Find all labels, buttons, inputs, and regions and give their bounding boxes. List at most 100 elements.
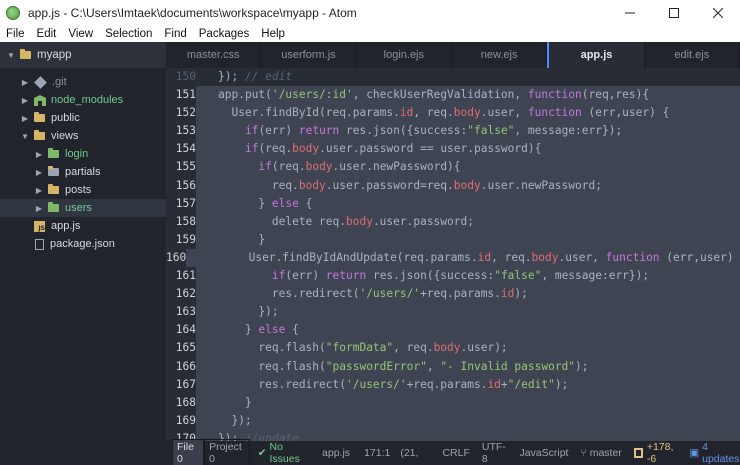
code-text[interactable]: User.findByIdAndUpdate(req.params.id, re… — [186, 248, 740, 268]
line-number[interactable]: 166 — [166, 358, 196, 376]
code-editor[interactable]: 150}); // edit 151 app.put('/users/:id', c… — [166, 68, 740, 441]
code-text[interactable]: } — [196, 393, 740, 412]
file-encoding[interactable]: UTF-8 — [482, 441, 508, 465]
code-text[interactable]: if(req.body.user.password == user.passwo… — [196, 140, 740, 159]
line-number[interactable]: 168 — [166, 394, 196, 412]
code-line[interactable]: 165 req.flash("formData", req.body.user)… — [166, 339, 740, 358]
code-text[interactable]: req.flash("passwordError", "- Invalid pa… — [196, 357, 740, 376]
code-line[interactable]: 167 res.redirect('/users/'+req.params.id… — [166, 375, 740, 394]
menu-find[interactable]: Find — [158, 26, 192, 42]
menu-edit[interactable]: Edit — [31, 26, 63, 42]
tree-item-posts[interactable]: ▶ posts — [0, 181, 166, 199]
cursor-position[interactable]: 171:1 — [364, 447, 390, 459]
code-text[interactable]: if(err) return res.json({success:"false"… — [196, 267, 740, 286]
code-text[interactable]: } else { — [196, 321, 740, 340]
tree-item-public[interactable]: ▶ public — [0, 109, 166, 127]
code-text[interactable]: }); — [196, 411, 740, 430]
line-number[interactable]: 162 — [166, 285, 196, 303]
code-text[interactable]: delete req.body.user.password; — [196, 212, 740, 231]
code-text[interactable]: } else { — [196, 194, 740, 213]
menu-packages[interactable]: Packages — [193, 26, 256, 42]
code-text[interactable]: User.findById(req.params.id, req.body.us… — [196, 104, 740, 123]
tab-app-js[interactable]: app.js — [547, 42, 645, 68]
file-issues-button[interactable]: File 0 — [172, 439, 205, 465]
line-number[interactable]: 150 — [166, 68, 196, 86]
code-line[interactable]: 163 }); — [166, 303, 740, 322]
tree-item-login[interactable]: ▶ login — [0, 145, 166, 163]
code-text[interactable]: } — [196, 230, 740, 249]
tree-item-package-json[interactable]: package.json — [0, 235, 166, 253]
git-branch[interactable]: ⑂ master — [580, 447, 621, 459]
code-line[interactable]: 155 if(req.body.user.newPassword){ — [166, 158, 740, 177]
line-number[interactable]: 157 — [166, 195, 196, 213]
tab-login-ejs[interactable]: login.ejs — [357, 42, 452, 68]
line-number[interactable]: 163 — [166, 303, 196, 321]
linter-status[interactable]: ✔ No Issues — [258, 441, 308, 465]
code-text[interactable]: }); //update — [196, 429, 740, 441]
tree-root-myapp[interactable]: ▼ myapp — [0, 42, 166, 68]
line-number[interactable]: 154 — [166, 140, 196, 158]
code-line[interactable]: 156 req.body.user.password=req.body.user… — [166, 176, 740, 195]
line-number[interactable]: 165 — [166, 339, 196, 357]
code-text[interactable]: req.body.user.password=req.body.user.new… — [196, 176, 740, 195]
menu-file[interactable]: File — [0, 26, 31, 42]
code-line[interactable]: 152 User.findById(req.params.id, req.bod… — [166, 104, 740, 123]
line-number[interactable]: 156 — [166, 177, 196, 195]
close-button[interactable] — [696, 0, 740, 26]
current-file[interactable]: app.js — [322, 447, 350, 459]
code-text[interactable]: }); — [196, 303, 740, 322]
code-line[interactable]: 169 }); — [166, 411, 740, 430]
code-text[interactable]: res.redirect('/users/'+req.params.id+"/e… — [196, 375, 740, 394]
code-line[interactable]: 158 delete req.body.user.password; — [166, 212, 740, 231]
line-number[interactable]: 153 — [166, 122, 196, 140]
code-line[interactable]: 164 } else { — [166, 321, 740, 340]
code-text[interactable]: req.flash("formData", req.body.user); — [196, 339, 740, 358]
tab-new-ejs[interactable]: new.ejs — [452, 42, 548, 68]
package-updates[interactable]: ▣ 4 updates — [689, 441, 740, 465]
code-text[interactable]: }); // edit — [196, 68, 740, 86]
code-line[interactable]: 150}); // edit — [166, 68, 740, 86]
line-number[interactable]: 161 — [166, 267, 196, 285]
tree-item-partials[interactable]: ▶ partials — [0, 163, 166, 181]
code-line[interactable]: 157 } else { — [166, 194, 740, 213]
code-line[interactable]: 159 } — [166, 230, 740, 249]
grammar-selector[interactable]: JavaScript — [519, 447, 568, 459]
tree-item-node-modules[interactable]: ▶ node_modules — [0, 91, 166, 109]
code-line[interactable]: 151 app.put('/users/:id', checkUserRegVal… — [166, 86, 740, 105]
code-line[interactable]: 154 if(req.body.user.password == user.pa… — [166, 140, 740, 159]
menu-selection[interactable]: Selection — [99, 26, 158, 42]
code-line[interactable]: 160 User.findByIdAndUpdate(req.params.id… — [166, 248, 740, 268]
code-line[interactable]: 162 res.redirect('/users/'+req.params.id… — [166, 285, 740, 304]
line-number[interactable]: 159 — [166, 231, 196, 249]
minimize-button[interactable] — [608, 0, 652, 26]
menu-help[interactable]: Help — [255, 26, 291, 42]
code-line[interactable]: 170}); //update — [166, 429, 740, 441]
menu-view[interactable]: View — [62, 26, 99, 42]
git-diff-stats[interactable]: +178, -6 — [633, 441, 679, 465]
line-number[interactable]: 151 — [166, 86, 196, 104]
code-text[interactable]: if(err) return res.json({success:"false"… — [196, 122, 740, 141]
line-number[interactable]: 167 — [166, 376, 196, 394]
line-number[interactable]: 169 — [166, 412, 196, 430]
code-line[interactable]: 161 if(err) return res.json({success:"fa… — [166, 267, 740, 286]
project-issues-button[interactable]: Project 0 — [204, 439, 250, 465]
tree-item-app-js[interactable]: JS app.js — [0, 217, 166, 235]
line-number[interactable]: 158 — [166, 213, 196, 231]
line-ending[interactable]: CRLF — [442, 447, 469, 459]
code-line[interactable]: 153 if(err) return res.json({success:"fa… — [166, 122, 740, 141]
tree-item-git[interactable]: ▶ .git — [0, 73, 166, 91]
tree-item-views[interactable]: ▼ views — [0, 127, 166, 145]
tab-master-css[interactable]: master.css — [166, 42, 262, 68]
tree-item-users[interactable]: ▶ users — [0, 199, 166, 217]
line-number[interactable]: 160 — [166, 249, 186, 267]
tab-userform-js[interactable]: userform.js — [261, 42, 357, 68]
line-number[interactable]: 152 — [166, 104, 196, 122]
line-number[interactable]: 164 — [166, 321, 196, 339]
code-text[interactable]: if(req.body.user.newPassword){ — [196, 158, 740, 177]
code-line[interactable]: 166 req.flash("passwordError", "- Invali… — [166, 357, 740, 376]
code-text[interactable]: app.put('/users/:id', checkUserRegValida… — [196, 86, 740, 105]
tab-edit-ejs[interactable]: edit.ejs — [645, 42, 740, 68]
code-line[interactable]: 168 } — [166, 393, 740, 412]
line-number[interactable]: 155 — [166, 158, 196, 176]
maximize-button[interactable] — [652, 0, 696, 26]
